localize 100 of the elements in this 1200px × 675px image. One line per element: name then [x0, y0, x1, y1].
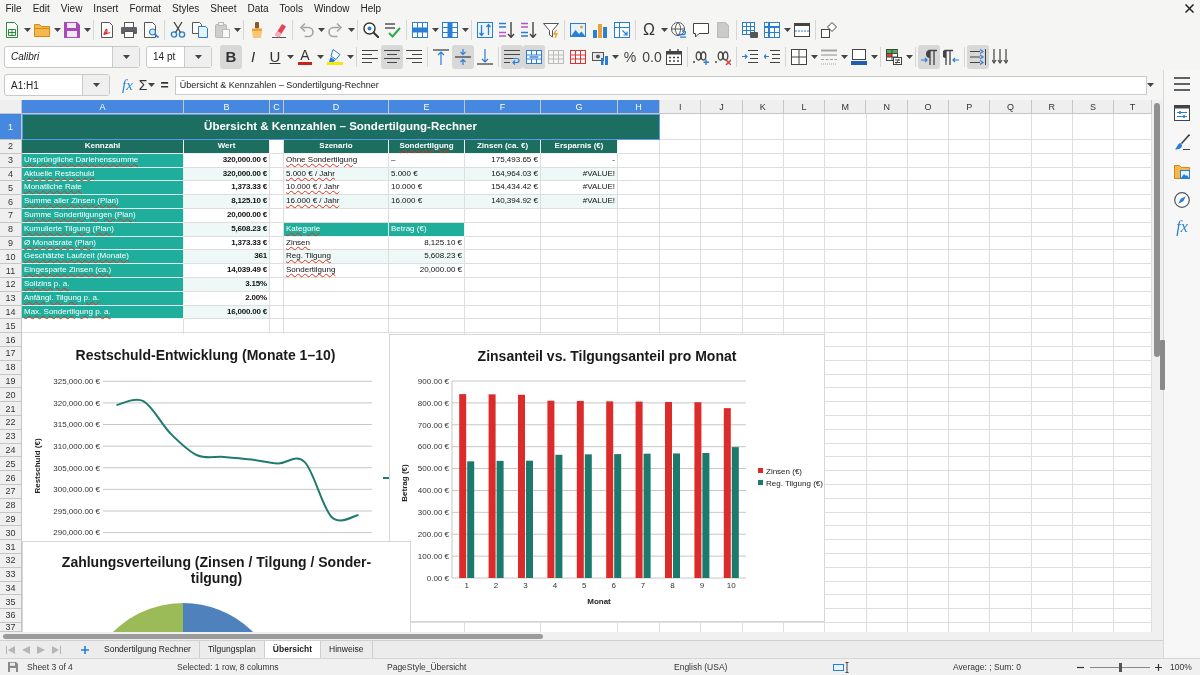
caret-icon[interactable]	[92, 83, 100, 87]
bar-chart-icon[interactable]	[592, 22, 608, 38]
sort-ascending-icon[interactable]	[499, 22, 515, 38]
menu-item[interactable]: Sheet	[204, 0, 242, 17]
decimal-plus-icon[interactable]	[693, 48, 709, 65]
grid-icon[interactable]	[570, 48, 586, 65]
column-header[interactable]: O	[907, 100, 950, 114]
table-column-icon[interactable]	[442, 22, 458, 38]
caret-icon[interactable]	[23, 28, 31, 32]
menu-item[interactable]: Edit	[27, 0, 56, 17]
caret-icon[interactable]	[194, 54, 202, 59]
caret-icon[interactable]	[660, 28, 668, 32]
eraser-icon[interactable]	[271, 22, 287, 38]
row-header[interactable]: 20	[0, 388, 22, 403]
caret-icon[interactable]	[316, 54, 324, 59]
caret-icon[interactable]	[840, 54, 848, 59]
sort-icon[interactable]	[477, 22, 493, 38]
menu-item[interactable]: Tools	[274, 0, 309, 17]
spreadsheet-icon[interactable]	[4, 22, 20, 38]
function-wizard-button[interactable]: fx	[122, 76, 133, 94]
column-header[interactable]: D	[284, 100, 389, 114]
caret-icon[interactable]	[148, 83, 155, 87]
row-header[interactable]: 10	[0, 250, 22, 265]
scissors-icon[interactable]	[170, 22, 186, 38]
caret-icon[interactable]	[317, 28, 325, 32]
column-header[interactable]: J	[701, 100, 743, 114]
image-icon[interactable]	[570, 22, 586, 38]
caret-icon[interactable]	[233, 28, 241, 32]
caret-icon[interactable]	[347, 28, 355, 32]
row-header[interactable]: 25	[0, 457, 22, 472]
row-header[interactable]: 35	[0, 595, 22, 610]
scrollbar-thumb[interactable]	[1154, 103, 1160, 357]
pivot-table-icon[interactable]	[614, 22, 630, 38]
print-preview-icon[interactable]	[143, 22, 159, 38]
column-header[interactable]: E	[389, 100, 465, 114]
outdent-icon[interactable]	[764, 48, 780, 65]
sheet-tab[interactable]: Übersicht	[264, 641, 322, 658]
column-header[interactable]: L	[783, 100, 826, 114]
folder-image-icon[interactable]	[1174, 163, 1190, 179]
globe-link-icon[interactable]	[671, 22, 687, 38]
slider-thumb[interactable]	[1118, 662, 1122, 672]
menu-item[interactable]: File	[0, 0, 28, 17]
row-header[interactable]: 11	[0, 264, 22, 278]
name-box[interactable]: A1:H1	[4, 74, 110, 96]
caret-icon[interactable]	[286, 54, 294, 59]
italic-button[interactable]: I	[242, 44, 264, 69]
menu-item[interactable]: Help	[355, 0, 387, 17]
column-header[interactable]: Q	[990, 100, 1032, 114]
sum-button[interactable]: Σ	[138, 77, 148, 93]
calendar-icon[interactable]	[666, 48, 682, 65]
functions-button[interactable]: fx	[1176, 219, 1188, 235]
caret-icon[interactable]	[870, 54, 878, 59]
printer-icon[interactable]	[121, 22, 137, 38]
menu-item[interactable]: Format	[123, 0, 167, 17]
number-format-button[interactable]: 0.0	[641, 44, 663, 69]
row-header[interactable]: 15	[0, 319, 22, 334]
column-header[interactable]: A	[22, 100, 184, 114]
close-icon[interactable]	[1185, 4, 1194, 13]
plus-icon[interactable]	[1155, 663, 1162, 671]
caret-icon[interactable]	[53, 28, 61, 32]
caret-icon[interactable]	[783, 28, 791, 32]
row-header[interactable]: 5	[0, 181, 22, 196]
spellcheck-icon[interactable]	[385, 22, 401, 38]
menu-item[interactable]: View	[55, 0, 88, 17]
dropdown-button[interactable]	[184, 46, 211, 67]
paintbrush-icon[interactable]	[1174, 134, 1190, 150]
row-header[interactable]: 30	[0, 526, 22, 541]
row-header[interactable]: 6	[0, 195, 22, 209]
column-header[interactable]: B	[184, 100, 270, 114]
row-header[interactable]: 37	[0, 622, 22, 632]
column-header[interactable]: N	[866, 100, 908, 114]
row-header[interactable]: 36	[0, 609, 22, 623]
menu-item[interactable]: Insert	[87, 0, 124, 17]
caret-icon[interactable]	[431, 28, 439, 32]
column-header[interactable]: P	[949, 100, 991, 114]
row-header[interactable]: 26	[0, 471, 22, 485]
caret-icon[interactable]	[611, 54, 619, 59]
font-color-button[interactable]: A	[294, 44, 316, 69]
compass-icon[interactable]	[1174, 192, 1190, 208]
horizontal-scrollbar[interactable]	[0, 632, 1163, 640]
menu-icon[interactable]	[1174, 76, 1190, 92]
borders-icon[interactable]	[791, 48, 807, 65]
column-header[interactable]: F	[465, 100, 541, 114]
copy-icon[interactable]	[192, 22, 208, 38]
document-icon[interactable]	[99, 22, 115, 38]
sidebar-handle[interactable]	[1160, 340, 1165, 390]
down-arrows-icon[interactable]	[992, 48, 1008, 65]
caret-icon[interactable]	[810, 54, 818, 59]
underline-button[interactable]: U	[264, 44, 286, 69]
grid-icon[interactable]	[764, 22, 780, 38]
row-header[interactable]: 1	[0, 114, 22, 140]
percent-button[interactable]: %	[619, 44, 641, 69]
search-icon[interactable]	[363, 22, 379, 38]
font-name-box[interactable]: Calibri	[4, 45, 140, 68]
column-header[interactable]: T	[1114, 100, 1152, 114]
column-header[interactable]: K	[742, 100, 784, 114]
vertical-scrollbar[interactable]	[1152, 100, 1163, 632]
menu-item[interactable]: Styles	[166, 0, 205, 17]
column-header[interactable]: I	[660, 100, 702, 114]
window-icon[interactable]	[794, 22, 810, 38]
